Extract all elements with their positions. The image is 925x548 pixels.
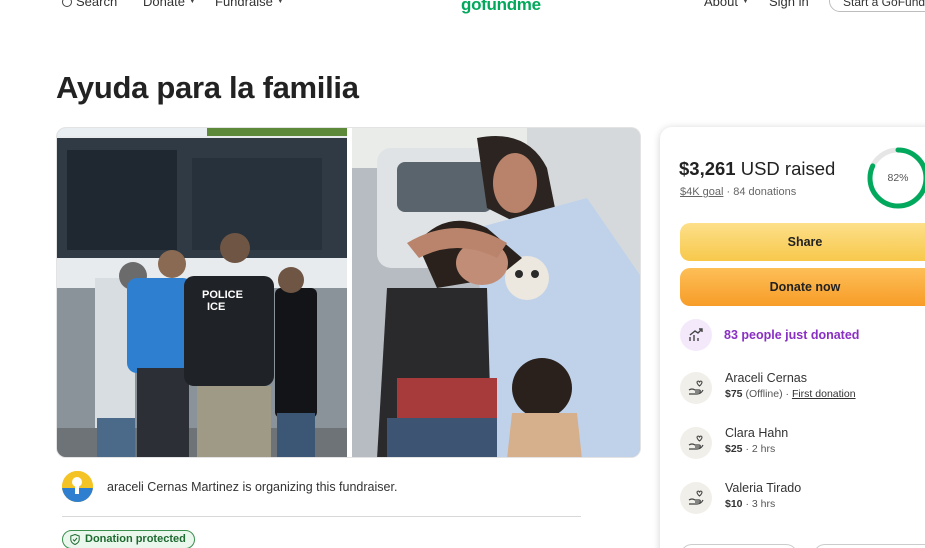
see-top-button[interactable] <box>813 544 925 548</box>
raised-amount: $3,261 USD raised <box>679 158 835 180</box>
donation-card: $3,261 USD raised $4K goal · 84 donation… <box>660 127 925 548</box>
donor-info: Valeria Tirado $10 · 3 hrs <box>725 481 801 510</box>
donor-meta: $25 · 2 hrs <box>725 443 788 455</box>
nav-search-label: Search <box>76 0 118 9</box>
organizer-row: araceli Cernas Martinez is organizing th… <box>62 471 397 502</box>
goal-link[interactable]: $4K goal <box>680 186 723 198</box>
just-donated-row: 83 people just donated <box>680 319 859 351</box>
trending-icon <box>680 319 712 351</box>
gofundme-logo[interactable]: gofundme <box>461 0 541 15</box>
nav-about-label: About <box>704 0 738 9</box>
nav-fundraise[interactable]: Fundraise ▼ <box>215 0 284 9</box>
start-fundraiser-button[interactable]: Start a GoFundMe <box>829 0 925 12</box>
donation-count: 84 donations <box>733 186 797 198</box>
section-divider <box>62 516 581 517</box>
shield-icon <box>70 534 80 545</box>
raised-value: $3,261 <box>679 158 736 179</box>
donation-hand-icon <box>680 427 712 459</box>
donation-protected-label: Donation protected <box>85 533 186 545</box>
just-donated-text: 83 people just donated <box>724 328 860 342</box>
progress-percent: 82% <box>887 172 909 184</box>
donor-amount: $10 <box>725 498 743 510</box>
nav-search[interactable]: Search <box>62 0 117 9</box>
hero-badge-ice: ICE <box>207 301 225 313</box>
search-icon <box>62 0 72 7</box>
list-item: Valeria Tirado $10 · 3 hrs <box>680 481 801 514</box>
nav-fundraise-label: Fundraise <box>215 0 273 9</box>
donor-info: Araceli Cernas $75 (Offline) · First don… <box>725 371 856 400</box>
donor-note: (Offline) · <box>742 388 792 400</box>
campaign-hero-image[interactable]: POLICE ICE <box>56 127 641 458</box>
share-button[interactable]: Share <box>680 223 925 261</box>
nav-signin-label: Sign in <box>769 0 809 9</box>
donor-name: Clara Hahn <box>725 426 789 440</box>
hero-photo: POLICE ICE <box>57 128 640 457</box>
chevron-down-icon: ▼ <box>276 0 284 5</box>
organizer-avatar-icon <box>62 471 93 502</box>
hero-badge-police: POLICE <box>202 289 243 301</box>
donor-note: · 3 hrs <box>742 498 776 510</box>
donor-meta: $10 · 3 hrs <box>725 498 801 510</box>
donor-name: Araceli Cernas <box>725 371 807 385</box>
goal-separator: · <box>723 186 734 198</box>
organizer-text: araceli Cernas Martinez is organizing th… <box>107 479 398 494</box>
donation-hand-icon <box>680 372 712 404</box>
list-item: Araceli Cernas $75 (Offline) · First don… <box>680 371 856 404</box>
nav-about[interactable]: About ▼ <box>704 0 749 9</box>
see-all-button[interactable] <box>680 544 798 548</box>
goal-row: $4K goal · 84 donations <box>680 186 796 198</box>
donation-hand-icon <box>680 482 712 514</box>
donor-meta: $75 (Offline) · First donation <box>725 388 856 400</box>
donor-note: · 2 hrs <box>742 443 776 455</box>
list-item: Clara Hahn $25 · 2 hrs <box>680 426 788 459</box>
donor-name: Valeria Tirado <box>725 481 802 495</box>
donation-protected-badge[interactable]: Donation protected <box>62 530 195 548</box>
donor-amount: $25 <box>725 443 743 455</box>
chevron-down-icon: ▼ <box>188 0 196 5</box>
nav-donate-label: Donate <box>143 0 185 9</box>
page-title: Ayuda para la familia <box>56 70 359 105</box>
top-navigation: Search Donate ▼ Fundraise ▼ gofundme Abo… <box>0 0 925 16</box>
donate-now-button[interactable]: Donate now <box>680 268 925 306</box>
nav-donate[interactable]: Donate ▼ <box>143 0 196 9</box>
donor-amount: $75 <box>725 388 743 400</box>
chevron-down-icon: ▼ <box>741 0 749 5</box>
first-donation-link[interactable]: First donation <box>792 388 856 400</box>
nav-signin[interactable]: Sign in <box>769 0 809 9</box>
donor-info: Clara Hahn $25 · 2 hrs <box>725 426 788 455</box>
raised-suffix: USD raised <box>735 158 836 179</box>
avatar[interactable] <box>62 471 93 502</box>
